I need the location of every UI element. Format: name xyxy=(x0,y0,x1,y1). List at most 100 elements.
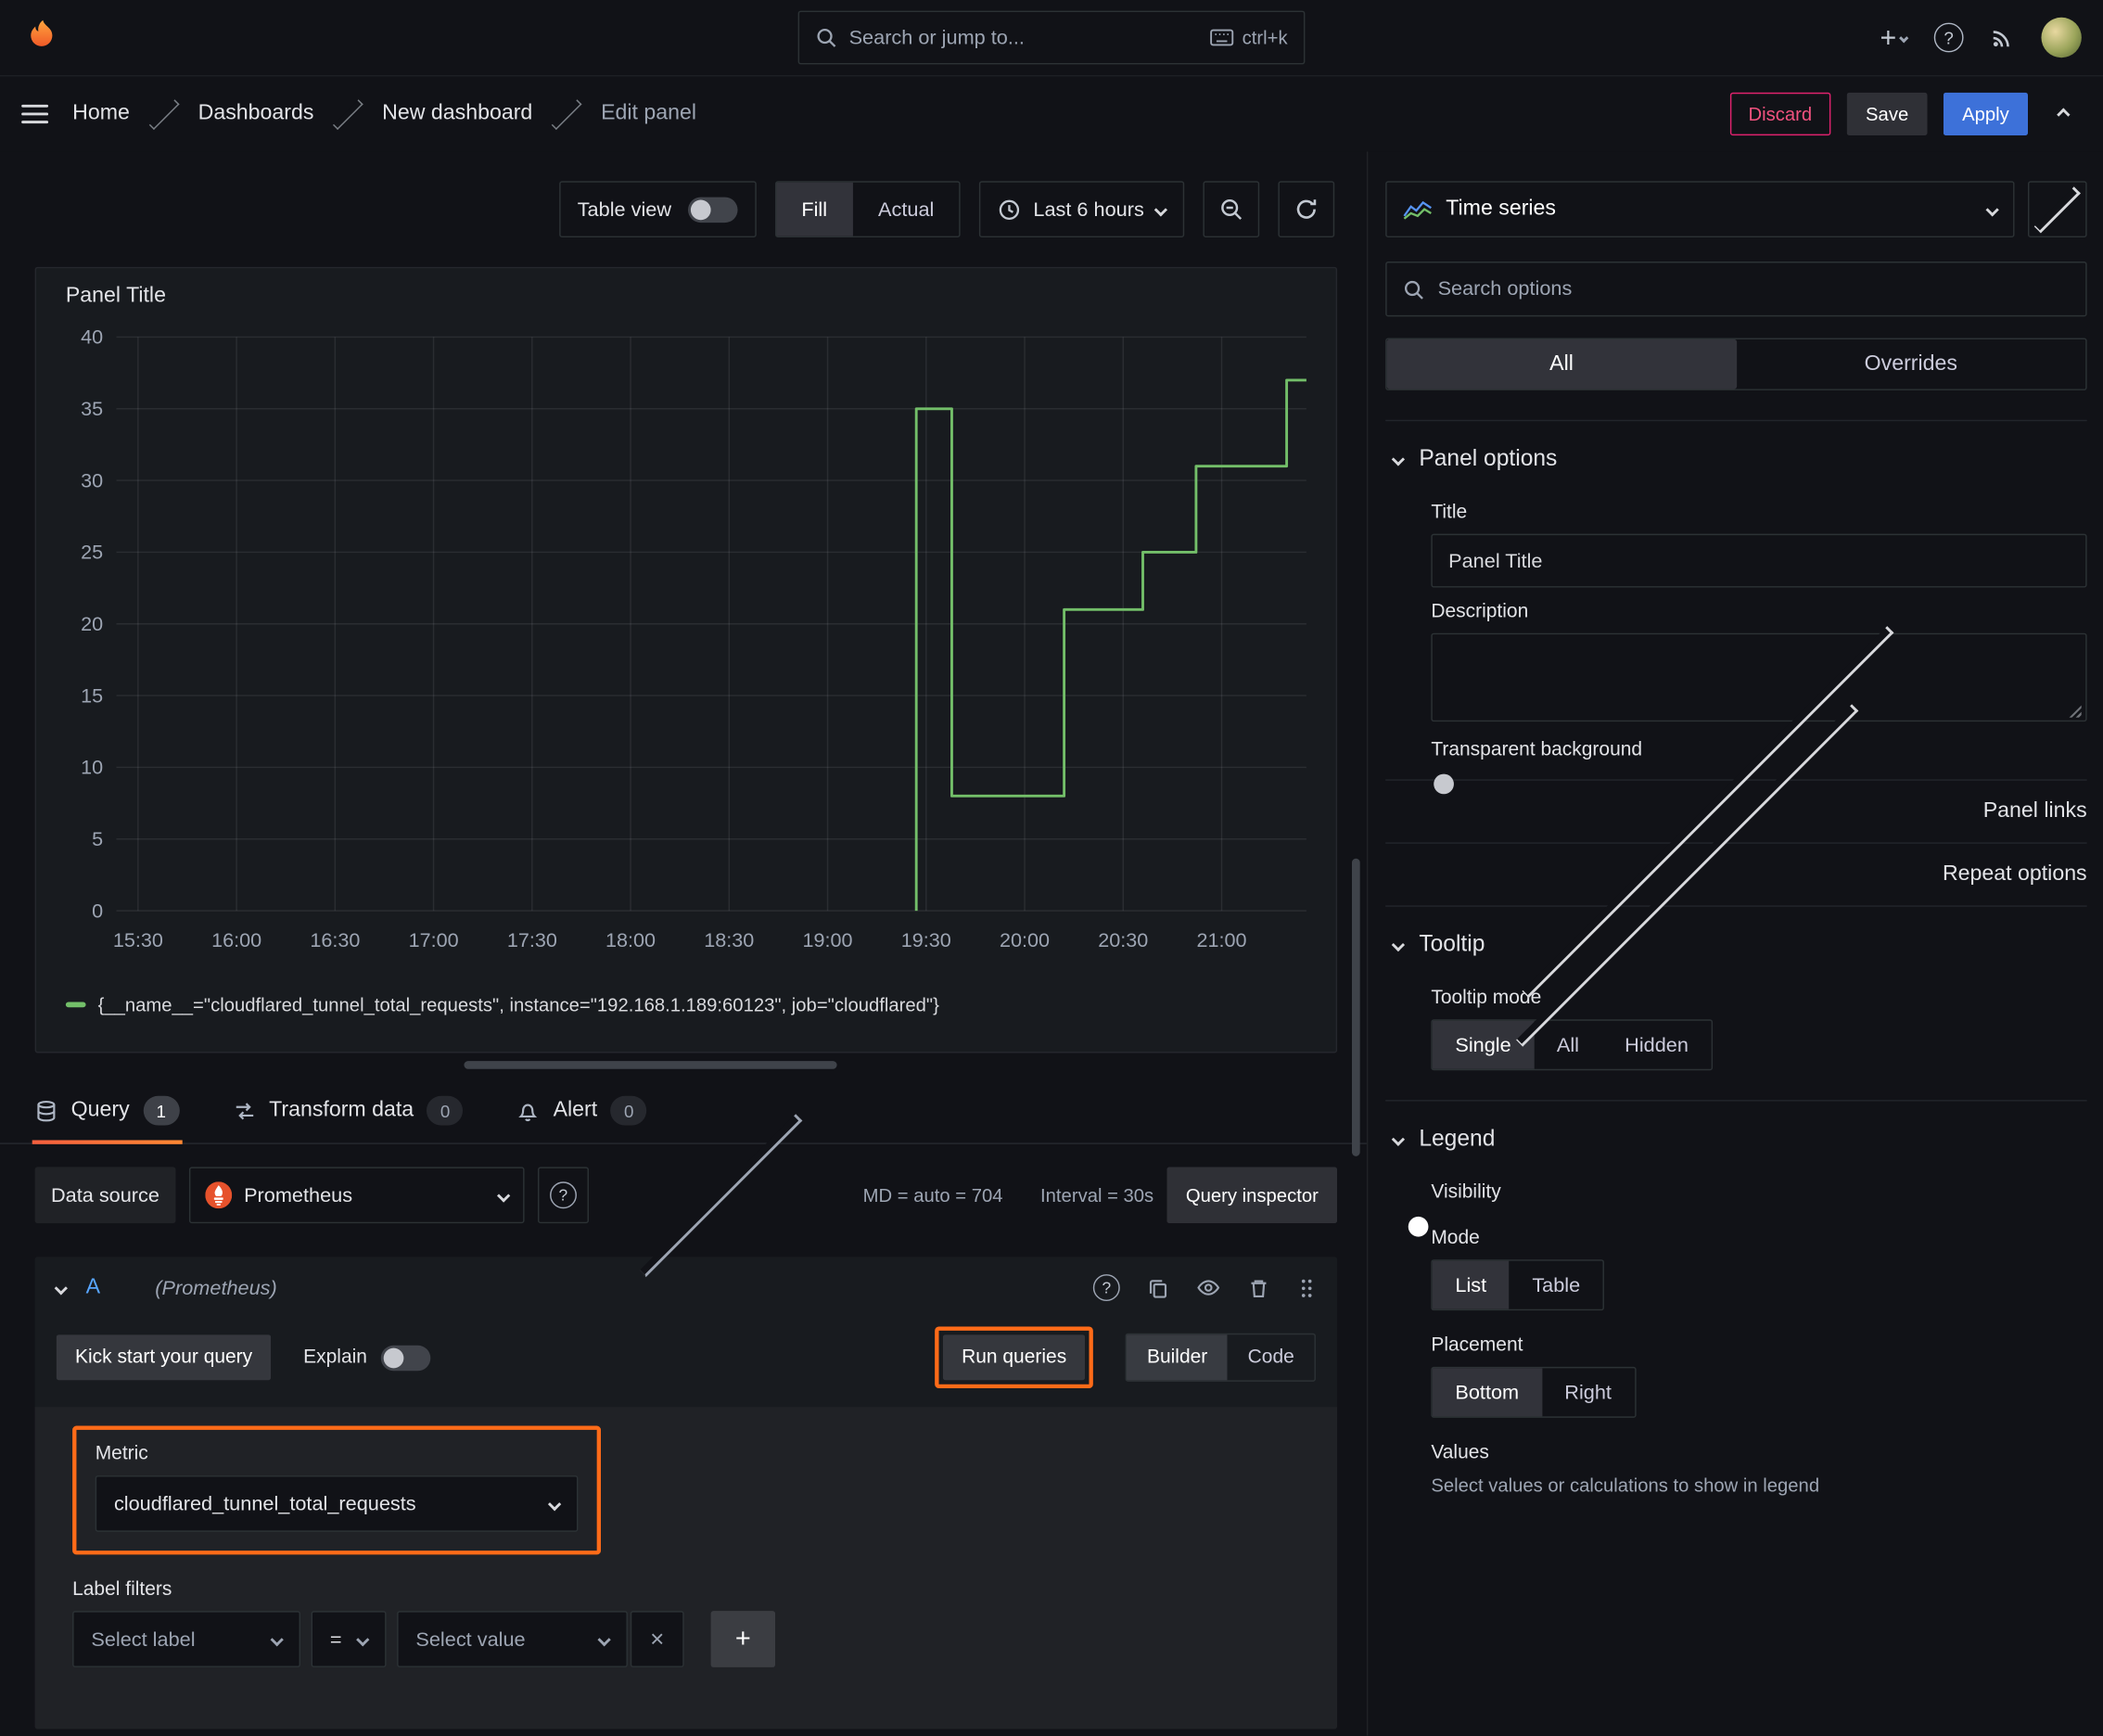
horizontal-scrollbar[interactable] xyxy=(464,1061,837,1069)
chevron-down-icon xyxy=(1899,32,1909,43)
value-select[interactable]: Select value xyxy=(397,1611,628,1667)
mode-label: Mode xyxy=(1431,1227,1480,1249)
delete-query-icon[interactable] xyxy=(1247,1276,1270,1299)
tooltip-hidden-option[interactable]: Hidden xyxy=(1602,1021,1712,1069)
placement-bottom-option[interactable]: Bottom xyxy=(1432,1368,1542,1417)
builder-mode-option[interactable]: Builder xyxy=(1127,1334,1228,1381)
drag-handle-icon[interactable] xyxy=(1297,1276,1316,1299)
datasource-help-button[interactable]: ? xyxy=(537,1167,589,1224)
svg-text:20: 20 xyxy=(81,612,103,635)
datasource-picker[interactable]: Prometheus xyxy=(188,1167,525,1224)
tab-query[interactable]: Query 1 xyxy=(32,1095,182,1144)
tab-overrides[interactable]: Overrides xyxy=(1736,339,2085,389)
svg-text:15:30: 15:30 xyxy=(113,928,163,951)
placement-right-option[interactable]: Right xyxy=(1542,1368,1635,1416)
search-input[interactable] xyxy=(848,26,1198,49)
label-filters-label: Label filters xyxy=(72,1578,172,1601)
svg-text:35: 35 xyxy=(81,397,103,420)
repeat-options-section[interactable]: Repeat options xyxy=(1385,703,2087,1046)
options-search-input[interactable] xyxy=(1437,277,2070,300)
description-input[interactable] xyxy=(1431,632,2087,722)
code-mode-option[interactable]: Code xyxy=(1228,1334,1315,1380)
query-ref-id: A xyxy=(85,1275,101,1299)
avatar[interactable] xyxy=(2041,17,2082,58)
help-icon[interactable]: ? xyxy=(1933,22,1964,53)
menu-icon[interactable] xyxy=(21,104,49,124)
query-inspector-button[interactable]: Query inspector xyxy=(1166,1167,1338,1224)
fill-option[interactable]: Fill xyxy=(775,182,853,236)
duplicate-query-icon[interactable] xyxy=(1147,1276,1170,1299)
bell-icon xyxy=(517,1099,541,1122)
visibility-label: Visibility xyxy=(1431,1181,1501,1204)
query-datasource-hint: (Prometheus) xyxy=(155,1276,277,1299)
remove-filter-button[interactable]: × xyxy=(630,1611,684,1667)
metric-label: Metric xyxy=(95,1443,148,1465)
fill-actual-segmented: Fill Actual xyxy=(774,181,962,238)
tooltip-single-option[interactable]: Single xyxy=(1432,1020,1535,1069)
table-view-toggle[interactable] xyxy=(687,196,737,223)
explain-toggle[interactable] xyxy=(380,1345,430,1371)
legend-section[interactable]: Legend xyxy=(1385,1102,2086,1168)
grafana-logo-icon[interactable] xyxy=(21,16,64,58)
breadcrumb-separator-icon xyxy=(332,98,363,130)
breadcrumb-home[interactable]: Home xyxy=(72,102,130,126)
hide-query-icon[interactable] xyxy=(1196,1276,1220,1300)
label-select[interactable]: Select label xyxy=(72,1611,300,1667)
query-editor: Data source Prometheus ? MD = auto = 704… xyxy=(0,1114,1367,1736)
tooltip-all-option[interactable]: All xyxy=(1534,1021,1601,1069)
svg-text:20:00: 20:00 xyxy=(1000,928,1050,951)
save-button[interactable]: Save xyxy=(1846,92,1928,136)
collapse-header-button[interactable] xyxy=(2044,107,2082,121)
explain-label: Explain xyxy=(303,1347,367,1369)
label-select-placeholder: Select label xyxy=(91,1628,196,1651)
options-search[interactable] xyxy=(1385,262,2087,317)
operator-select[interactable]: = xyxy=(311,1611,387,1667)
metric-select[interactable]: cloudflared_tunnel_total_requests xyxy=(95,1475,579,1532)
query-collapse-icon[interactable] xyxy=(54,1281,68,1295)
query-help-icon[interactable]: ? xyxy=(1092,1274,1120,1302)
visualization-picker[interactable]: Time series xyxy=(1385,181,2015,238)
panel-title-input[interactable] xyxy=(1431,533,2087,588)
chart-legend[interactable]: {__name__="cloudflared_tunnel_total_requ… xyxy=(52,994,1319,1015)
run-queries-button[interactable]: Run queries xyxy=(942,1334,1086,1381)
time-range-label: Last 6 hours xyxy=(1033,198,1144,221)
mode-list-option[interactable]: List xyxy=(1432,1260,1510,1309)
svg-text:19:00: 19:00 xyxy=(803,928,853,951)
svg-text:10: 10 xyxy=(81,756,103,779)
breadcrumb-dashboards[interactable]: Dashboards xyxy=(198,102,314,126)
datasource-name: Prometheus xyxy=(244,1183,353,1207)
chevron-right-icon xyxy=(2033,185,2081,233)
apply-button[interactable]: Apply xyxy=(1943,92,2028,136)
tab-alert[interactable]: Alert 0 xyxy=(517,1095,647,1143)
refresh-button[interactable] xyxy=(1278,181,1335,238)
builder-code-segmented: Builder Code xyxy=(1125,1333,1316,1382)
tab-transform-data[interactable]: Transform data 0 xyxy=(233,1095,464,1143)
breadcrumb-new-dashboard[interactable]: New dashboard xyxy=(382,102,532,126)
vertical-scrollbar[interactable] xyxy=(1352,858,1360,1156)
placement-label: Placement xyxy=(1431,1334,1523,1357)
collapse-options-button[interactable] xyxy=(2028,181,2087,238)
add-button[interactable]: + xyxy=(1880,23,1909,52)
breadcrumb-separator-icon xyxy=(148,98,180,130)
breadcrumb-edit-panel: Edit panel xyxy=(601,101,697,125)
kick-start-button[interactable]: Kick start your query xyxy=(56,1334,272,1381)
actual-option[interactable]: Actual xyxy=(853,183,960,236)
zoom-out-button[interactable] xyxy=(1203,181,1260,238)
mode-table-option[interactable]: Table xyxy=(1510,1261,1603,1309)
global-search[interactable]: ctrl+k xyxy=(797,10,1306,65)
search-icon xyxy=(817,28,836,47)
discard-button[interactable]: Discard xyxy=(1729,92,1831,136)
add-filter-button[interactable]: + xyxy=(710,1611,776,1667)
chevron-down-icon xyxy=(1391,1131,1406,1146)
tooltip-section[interactable]: Tooltip xyxy=(1385,907,2086,974)
tab-all[interactable]: All xyxy=(1386,338,1737,389)
panel-options-section[interactable]: Panel options xyxy=(1385,421,2086,488)
news-icon[interactable] xyxy=(1991,25,2015,49)
zoom-out-icon xyxy=(1221,198,1243,220)
time-range-picker[interactable]: Last 6 hours xyxy=(979,181,1185,238)
tooltip-title: Tooltip xyxy=(1419,930,1485,957)
legend-series-label[interactable]: {__name__="cloudflared_tunnel_total_requ… xyxy=(98,994,939,1015)
search-icon xyxy=(1404,280,1423,300)
question-glyph: ? xyxy=(1102,1278,1112,1297)
panel-title[interactable]: Panel Title xyxy=(52,282,1319,314)
